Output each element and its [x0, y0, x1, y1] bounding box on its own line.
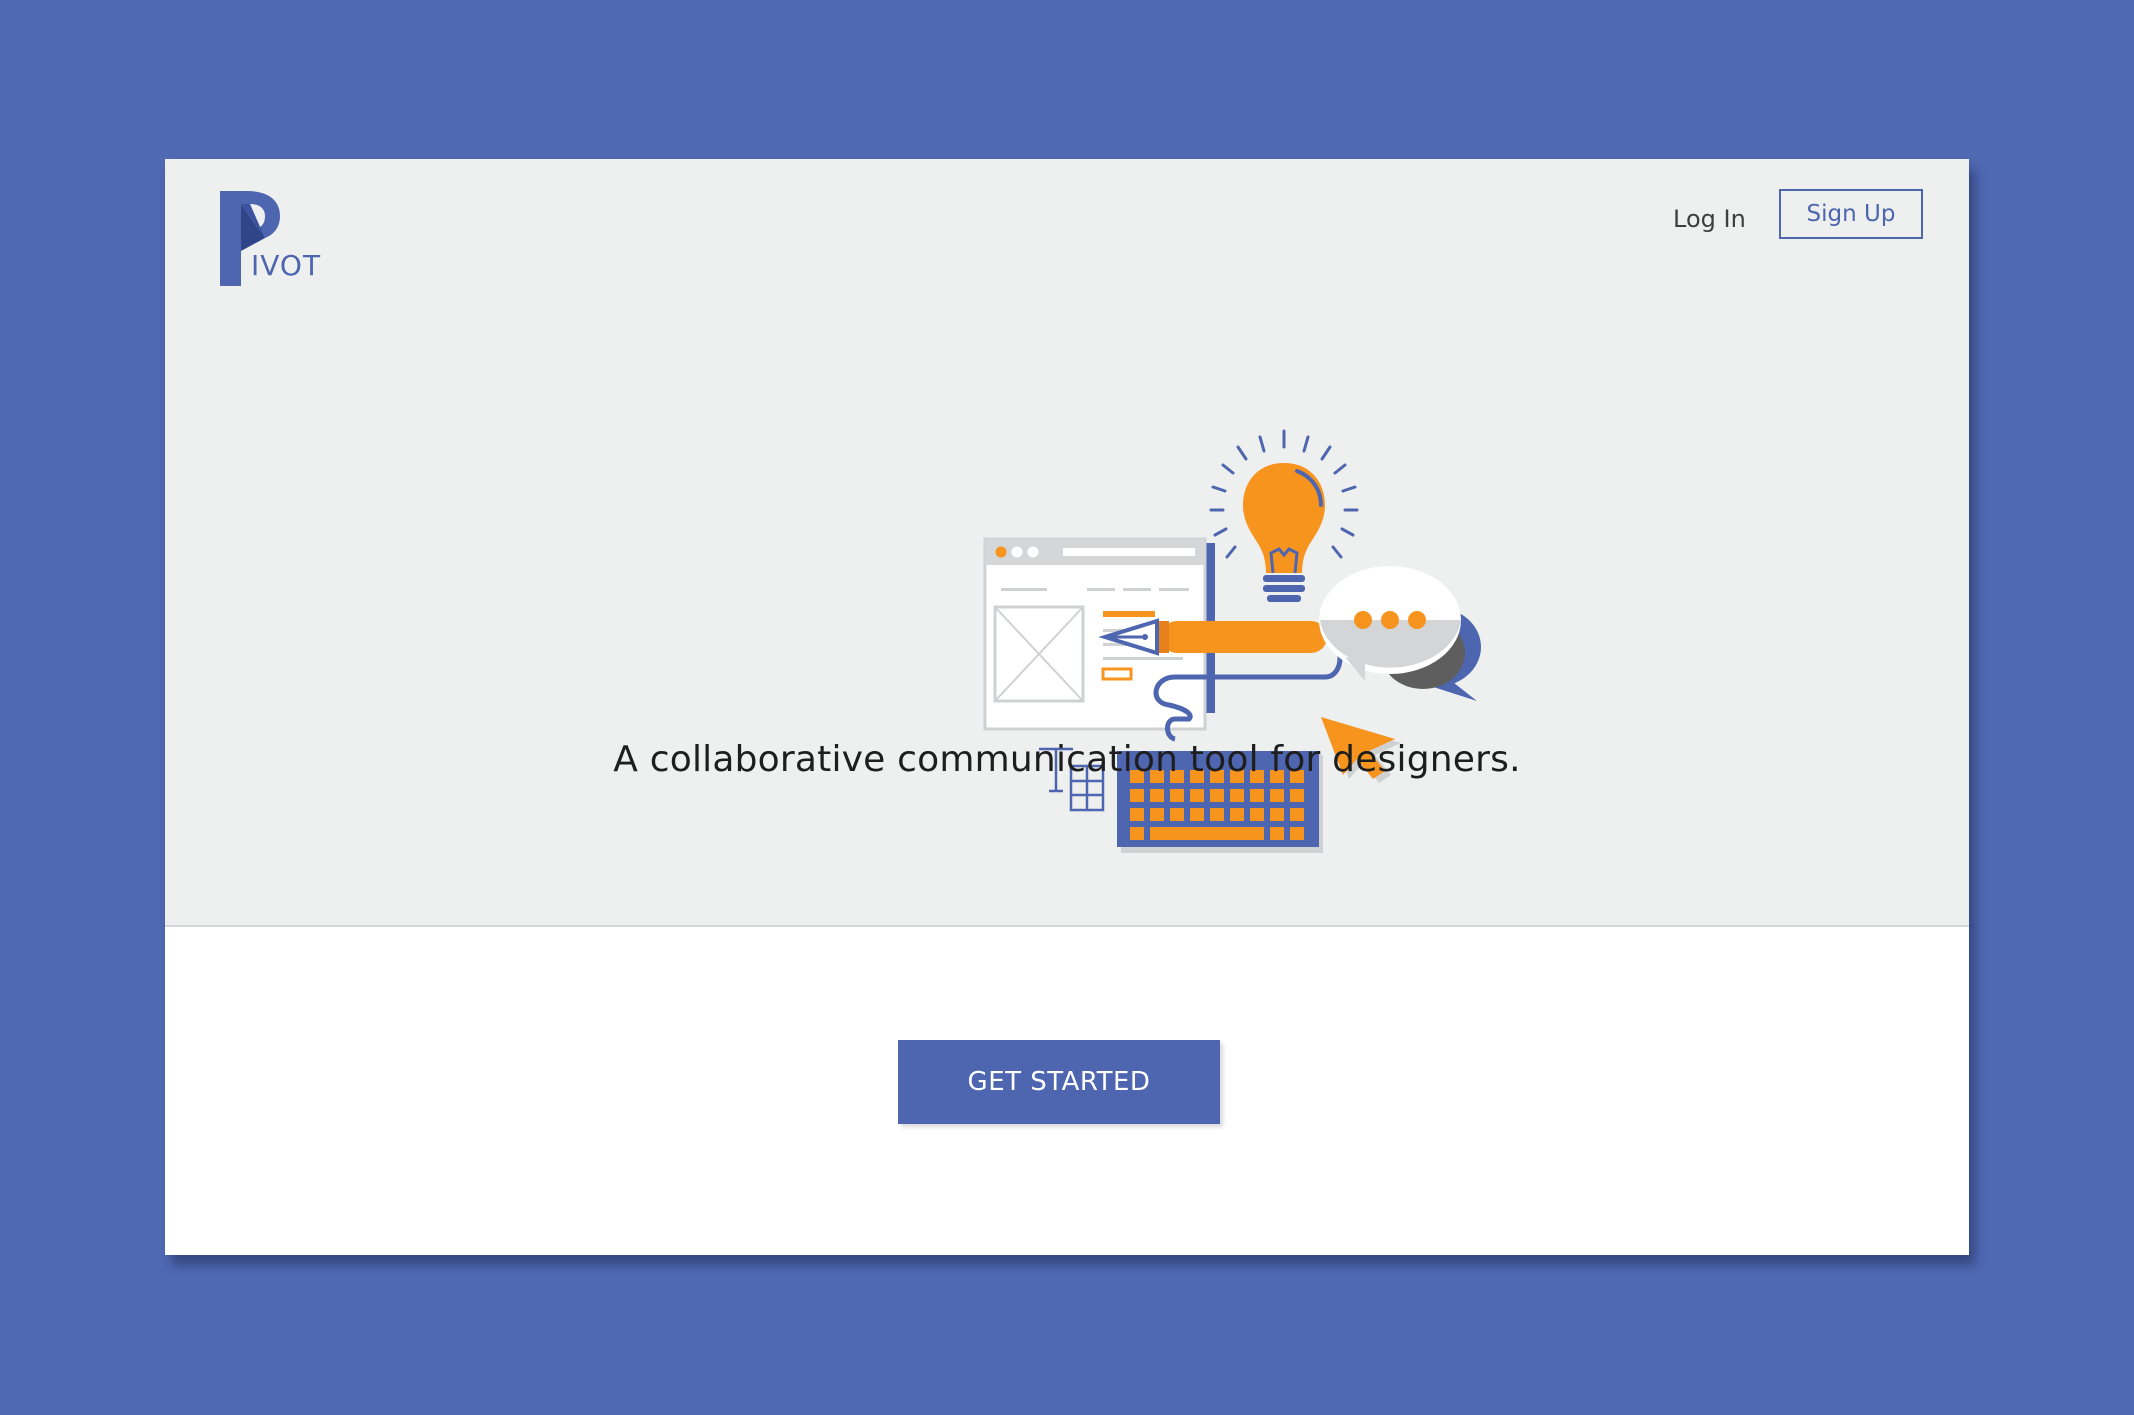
- hero-section: IVOT Log In Sign Up A collaborative comm…: [165, 159, 1969, 927]
- pen-icon: [1098, 618, 1327, 656]
- lightbulb-icon: [1209, 429, 1359, 602]
- login-link[interactable]: Log In: [1669, 199, 1750, 239]
- chat-bubbles-icon: [1319, 566, 1481, 701]
- signup-button[interactable]: Sign Up: [1779, 189, 1923, 239]
- hero-tagline: A collaborative communication tool for d…: [613, 739, 1521, 780]
- logo-wordmark: IVOT: [251, 249, 322, 282]
- get-started-button[interactable]: GET STARTED: [898, 1040, 1220, 1124]
- landing-page: IVOT Log In Sign Up A collaborative comm…: [165, 159, 1969, 1255]
- hero-illustration: [983, 429, 1481, 853]
